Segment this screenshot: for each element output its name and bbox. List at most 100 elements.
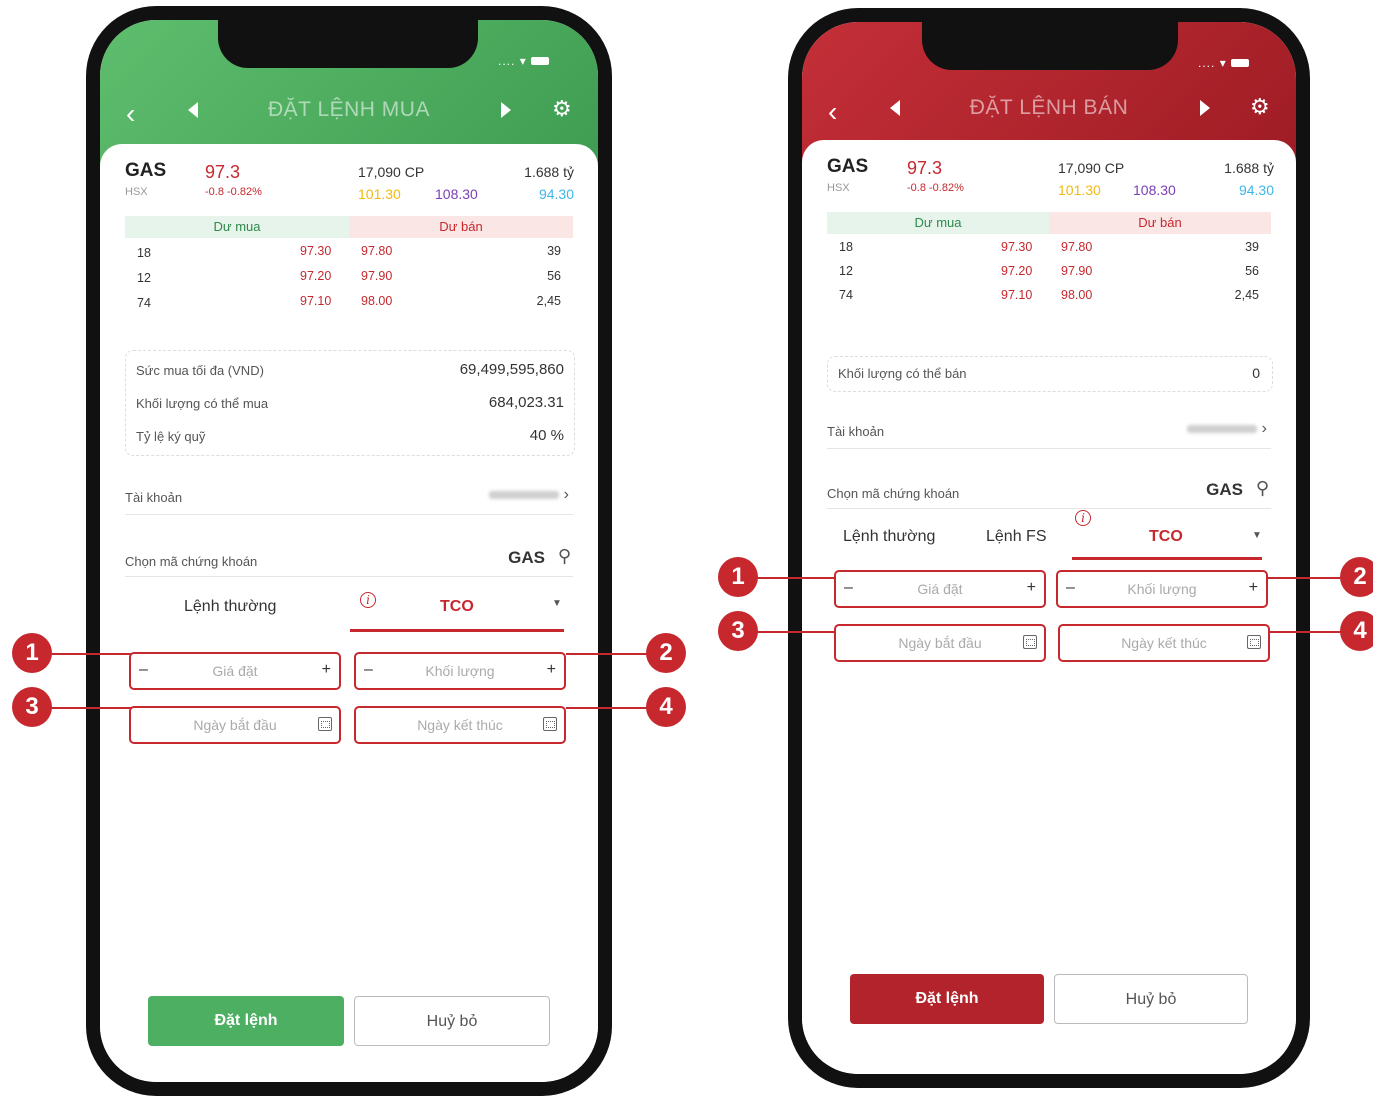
- stock-volume: 17,090 CP: [1058, 160, 1125, 176]
- tab-tco[interactable]: TCO: [440, 598, 474, 616]
- bid-volume: 12: [839, 264, 853, 278]
- page-title: ĐẶT LỆNH BÁN: [969, 96, 1129, 119]
- signal-dots: ....: [498, 54, 516, 68]
- stock-select-row[interactable]: Chọn mã chứng khoán GAS ⚲: [125, 542, 573, 577]
- floor-price: 94.30: [1238, 182, 1274, 198]
- buy-qty-label: Khối lượng có thể mua: [136, 396, 269, 411]
- sell-screen: .... ▾ ‹ ĐẶT LỆNH BÁN ⚙ GAS HSX 97.3 -0.…: [802, 22, 1296, 1074]
- notch: [922, 22, 1178, 70]
- buy-qty-row: Khối lượng có thể mua 684,023.31: [126, 390, 574, 423]
- stock-change: -0.8 -0.82%: [907, 182, 964, 194]
- search-icon[interactable]: ⚲: [558, 546, 571, 567]
- ask-volume: 56: [547, 269, 561, 283]
- margin-row: Tỷ lệ ký quỹ 40 %: [126, 423, 574, 456]
- start-date-field[interactable]: Ngày bắt đầu: [834, 624, 1046, 662]
- phone-buy: .... ▾ ‹ ĐẶT LỆNH MUA ⚙ GAS HSX 97.3 -0.…: [86, 6, 612, 1096]
- bid-volume: 74: [839, 288, 853, 302]
- stock-symbol: GAS: [827, 156, 869, 177]
- battery-icon: [1231, 59, 1250, 67]
- quantity-stepper[interactable]: – Khối lượng +: [1056, 570, 1268, 608]
- bid-volume: 18: [137, 246, 151, 260]
- callout-3: 3: [12, 687, 52, 727]
- calendar-icon[interactable]: [1023, 635, 1037, 649]
- calendar-icon[interactable]: [543, 717, 557, 731]
- start-date-placeholder: Ngày bắt đầu: [193, 717, 277, 733]
- stock-change: -0.8 -0.82%: [205, 186, 262, 198]
- next-icon[interactable]: [501, 102, 511, 118]
- signal-dots: ....: [1198, 56, 1216, 70]
- submit-order-button[interactable]: Đặt lệnh: [148, 996, 344, 1046]
- stock-exchange: HSX: [125, 186, 148, 198]
- bid-volume: 74: [137, 296, 151, 310]
- ceiling-price: 108.30: [435, 186, 478, 202]
- tab-fs-order[interactable]: Lệnh FS: [986, 528, 1046, 546]
- ask-price: 97.90: [1061, 264, 1093, 278]
- end-date-field[interactable]: Ngày kết thúc: [354, 706, 566, 744]
- tab-normal-order[interactable]: Lệnh thường: [184, 598, 276, 616]
- price-stepper[interactable]: – Giá đặt +: [834, 570, 1046, 608]
- cancel-button[interactable]: Huỷ bỏ: [1054, 974, 1248, 1024]
- ref-price: 101.30: [358, 186, 401, 202]
- stock-select-row[interactable]: Chọn mã chứng khoán GAS ⚲: [827, 474, 1271, 509]
- plus-icon[interactable]: +: [1249, 579, 1258, 597]
- phone-sell: .... ▾ ‹ ĐẶT LỆNH BÁN ⚙ GAS HSX 97.3 -0.…: [788, 8, 1310, 1088]
- depth-header: Dư mua Dư bán: [827, 212, 1271, 234]
- plus-icon[interactable]: +: [547, 661, 556, 679]
- ask-price: 97.80: [1061, 240, 1093, 254]
- tab-tco[interactable]: TCO: [1149, 528, 1183, 546]
- caret-down-icon[interactable]: ▼: [1252, 530, 1262, 541]
- margin-value: 40 %: [529, 427, 564, 444]
- ask-volume: 39: [1245, 240, 1259, 254]
- bid-price: 97.10: [300, 294, 332, 308]
- plus-icon[interactable]: +: [322, 661, 331, 679]
- price-stepper[interactable]: – Giá đặt +: [129, 652, 341, 690]
- callout-2: 2: [646, 633, 686, 673]
- info-icon[interactable]: i: [360, 592, 376, 608]
- buy-screen: .... ▾ ‹ ĐẶT LỆNH MUA ⚙ GAS HSX 97.3 -0.…: [100, 20, 598, 1082]
- wifi-icon: ▾: [519, 54, 527, 68]
- bid-volume: 12: [137, 271, 151, 285]
- depth-row: 12 97.20 97.90 56: [125, 267, 573, 292]
- wifi-icon: ▾: [1219, 56, 1227, 70]
- page-title: ĐẶT LỆNH MUA: [268, 98, 430, 121]
- gear-icon[interactable]: ⚙: [552, 96, 572, 122]
- start-date-field[interactable]: Ngày bắt đầu: [129, 706, 341, 744]
- account-row[interactable]: Tài khoản ›: [827, 416, 1271, 449]
- account-row[interactable]: Tài khoản ›: [125, 484, 573, 515]
- search-icon[interactable]: ⚲: [1256, 478, 1269, 499]
- submit-order-button[interactable]: Đặt lệnh: [850, 974, 1044, 1024]
- stock-value: 1.688 tỷ: [524, 164, 574, 180]
- calendar-icon[interactable]: [1247, 635, 1261, 649]
- ref-price: 101.30: [1058, 182, 1101, 198]
- next-icon[interactable]: [1200, 100, 1210, 116]
- stock-value: 1.688 tỷ: [1224, 160, 1274, 176]
- depth-sell-label: Dư bán: [349, 216, 573, 238]
- quantity-placeholder: Khối lượng: [425, 663, 495, 679]
- callout-4: 4: [1340, 611, 1373, 651]
- info-icon[interactable]: i: [1075, 510, 1091, 526]
- depth-row: 18 97.30 97.80 39: [827, 238, 1271, 262]
- bid-price: 97.30: [300, 244, 332, 258]
- calendar-icon[interactable]: [318, 717, 332, 731]
- start-date-placeholder: Ngày bắt đầu: [898, 635, 982, 651]
- bid-price: 97.30: [1001, 240, 1033, 254]
- end-date-field[interactable]: Ngày kết thúc: [1058, 624, 1270, 662]
- battery-icon: [531, 57, 550, 65]
- depth-buy-label: Dư mua: [125, 216, 349, 238]
- callout-2: 2: [1340, 557, 1373, 597]
- ask-price: 97.80: [361, 244, 393, 258]
- plus-icon[interactable]: +: [1027, 579, 1036, 597]
- buy-navbar: ‹ ĐẶT LỆNH MUA ⚙: [100, 96, 598, 138]
- caret-down-icon[interactable]: ▼: [552, 598, 562, 609]
- tab-underline: [1072, 557, 1262, 560]
- depth-row: 12 97.20 97.90 56: [827, 262, 1271, 286]
- buying-power-box: Sức mua tối đa (VND) 69,499,595,860 Khối…: [125, 350, 575, 456]
- notch: [218, 20, 478, 68]
- depth-sell-label: Dư bán: [1049, 212, 1271, 234]
- tab-normal-order[interactable]: Lệnh thường: [843, 528, 935, 546]
- gear-icon[interactable]: ⚙: [1250, 94, 1270, 120]
- callout-3: 3: [718, 611, 758, 651]
- cancel-button[interactable]: Huỷ bỏ: [354, 996, 550, 1046]
- quantity-stepper[interactable]: – Khối lượng +: [354, 652, 566, 690]
- ask-volume: 2,45: [536, 294, 561, 308]
